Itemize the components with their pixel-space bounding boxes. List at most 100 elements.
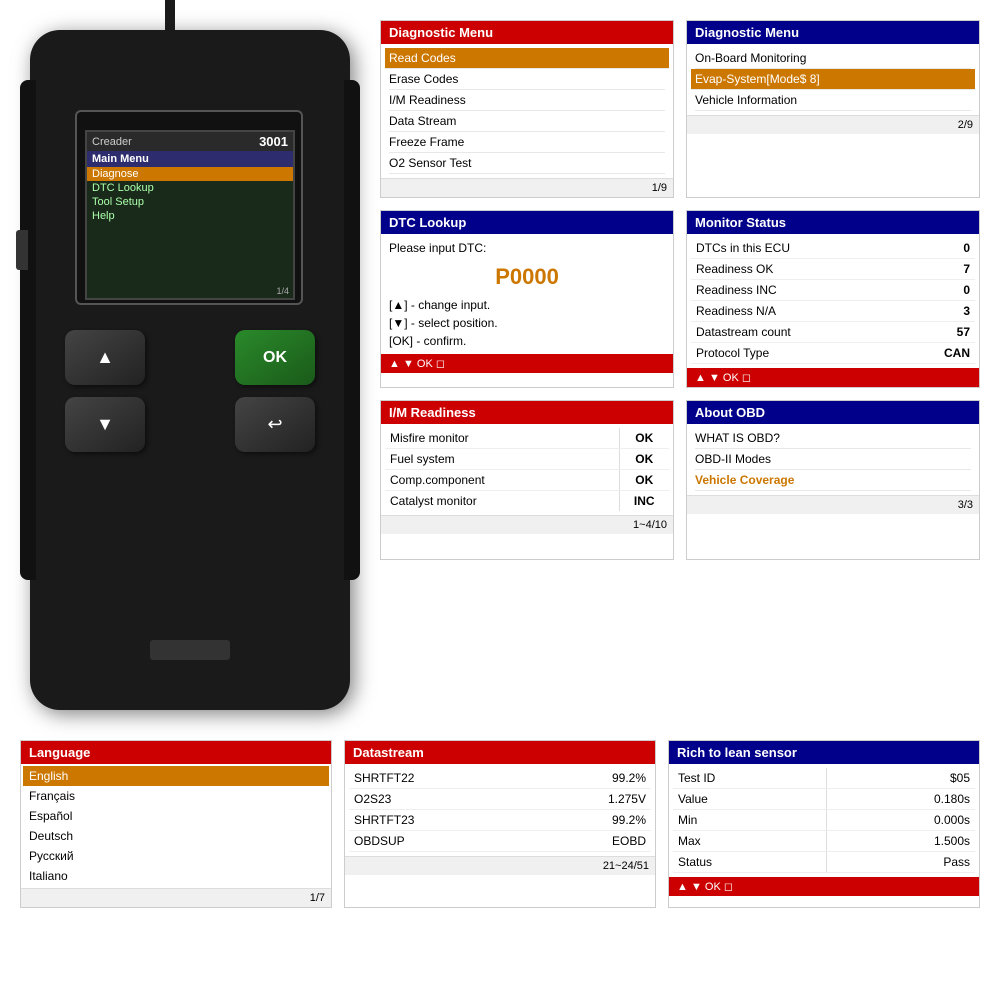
ds-value-0: 99.2% <box>529 768 651 789</box>
panel-im-footer: 1~4/10 <box>381 515 673 534</box>
panel-monitor-status: Monitor Status DTCs in this ECU 0 Readin… <box>686 210 980 388</box>
monitor-row-2: Readiness INC 0 <box>691 280 975 301</box>
ds-label-2: SHRTFT23 <box>349 810 529 831</box>
panel-monitor-content: DTCs in this ECU 0 Readiness OK 7 Readin… <box>687 234 979 368</box>
sensor-value-3: 1.500s <box>826 831 975 852</box>
panel-im-content: Misfire monitor OK Fuel system OK Comp.c… <box>381 424 673 515</box>
monitor-label-3: Readiness N/A <box>691 301 902 322</box>
im-row-2: Comp.component OK <box>385 470 669 491</box>
monitor-value-4: 57 <box>902 322 975 343</box>
panel-diag-menu-2-header: Diagnostic Menu <box>687 21 979 44</box>
panel-datastream-header: Datastream <box>345 741 655 764</box>
panel-language-content: English Français Español Deutsch Русский… <box>21 764 331 888</box>
im-label-2: Comp.component <box>385 470 619 491</box>
sensor-row-0: Test ID $05 <box>673 768 975 789</box>
monitor-label-0: DTCs in this ECU <box>691 238 902 259</box>
panel-im-readiness: I/M Readiness Misfire monitor OK Fuel sy… <box>380 400 674 560</box>
sensor-value-4: Pass <box>826 852 975 873</box>
lang-item-0[interactable]: English <box>23 766 329 786</box>
sensor-row-2: Min 0.000s <box>673 810 975 831</box>
ds-row-3: OBDSUP EOBD <box>349 831 651 852</box>
dtc-instruction-0: [▲] - change input. <box>389 296 665 314</box>
im-label-0: Misfire monitor <box>385 428 619 449</box>
screen-menu-item-help[interactable]: Help <box>87 209 293 223</box>
im-label-3: Catalyst monitor <box>385 491 619 512</box>
im-row-3: Catalyst monitor INC <box>385 491 669 512</box>
lang-item-4[interactable]: Русский <box>23 846 329 866</box>
lang-item-5[interactable]: Italiano <box>23 866 329 886</box>
panel-diag-menu-1-content: Read Codes Erase Codes I/M Readiness Dat… <box>381 44 673 178</box>
screen-menu-item-diagnose[interactable]: Diagnose <box>87 167 293 181</box>
ds-label-1: O2S23 <box>349 789 529 810</box>
obd-port <box>150 640 230 660</box>
screen-page: 1/4 <box>276 286 289 296</box>
panel-rich-lean-content: Test ID $05 Value 0.180s Min 0.000s Max … <box>669 764 979 877</box>
panel-dtc-content: Please input DTC: P0000 [▲] - change inp… <box>381 234 673 354</box>
diag-menu-1-item-5[interactable]: O2 Sensor Test <box>389 153 665 174</box>
panel-diag-menu-1-footer: 1/9 <box>381 178 673 197</box>
sensor-table: Test ID $05 Value 0.180s Min 0.000s Max … <box>673 768 975 873</box>
monitor-label-5: Protocol Type <box>691 343 902 364</box>
panel-datastream-content: SHRTFT22 99.2% O2S23 1.275V SHRTFT23 99.… <box>345 764 655 856</box>
diag-menu-2-item-1[interactable]: Evap-System[Mode$ 8] <box>691 69 975 90</box>
back-button[interactable]: ↩ <box>235 397 315 452</box>
ds-row-2: SHRTFT23 99.2% <box>349 810 651 831</box>
lang-item-2[interactable]: Español <box>23 806 329 826</box>
monitor-value-0: 0 <box>902 238 975 259</box>
panel-diag-menu-1: Diagnostic Menu Read Codes Erase Codes I… <box>380 20 674 198</box>
panel-language-header: Language <box>21 741 331 764</box>
down-button[interactable]: ▼ <box>65 397 145 452</box>
im-value-1: OK <box>619 449 669 470</box>
dtc-prompt: Please input DTC: <box>389 238 665 258</box>
ds-value-2: 99.2% <box>529 810 651 831</box>
diag-menu-1-item-1[interactable]: Erase Codes <box>389 69 665 90</box>
monitor-row-4: Datastream count 57 <box>691 322 975 343</box>
about-item-2[interactable]: Vehicle Coverage <box>695 470 971 491</box>
panel-rich-lean: Rich to lean sensor Test ID $05 Value 0.… <box>668 740 980 908</box>
device: Creader 3001 Main Menu Diagnose DTC Look… <box>30 30 370 730</box>
sensor-label-4: Status <box>673 852 826 873</box>
panel-monitor-footer: ▲ ▼ OK ◻ <box>687 368 979 387</box>
monitor-row-1: Readiness OK 7 <box>691 259 975 280</box>
dtc-nav: ▲ ▼ OK ◻ <box>389 357 445 370</box>
panel-monitor-header: Monitor Status <box>687 211 979 234</box>
up-button[interactable]: ▲ <box>65 330 145 385</box>
dtc-code[interactable]: P0000 <box>389 258 665 296</box>
screen-menu-item-dtc[interactable]: DTC Lookup <box>87 181 293 195</box>
about-item-1[interactable]: OBD-II Modes <box>695 449 971 470</box>
diag-menu-1-item-4[interactable]: Freeze Frame <box>389 132 665 153</box>
diag-menu-1-item-2[interactable]: I/M Readiness <box>389 90 665 111</box>
ds-row-0: SHRTFT22 99.2% <box>349 768 651 789</box>
sensor-row-3: Max 1.500s <box>673 831 975 852</box>
panel-about-obd: About OBD WHAT IS OBD? OBD-II Modes Vehi… <box>686 400 980 560</box>
screen-menu-item-toolsetup[interactable]: Tool Setup <box>87 195 293 209</box>
monitor-nav: ▲ ▼ OK ◻ <box>695 371 751 384</box>
monitor-row-5: Protocol Type CAN <box>691 343 975 364</box>
lang-item-3[interactable]: Deutsch <box>23 826 329 846</box>
diag-menu-2-item-2[interactable]: Vehicle Information <box>695 90 971 111</box>
lang-item-1[interactable]: Français <box>23 786 329 806</box>
sensor-label-3: Max <box>673 831 826 852</box>
ds-label-3: OBDSUP <box>349 831 529 852</box>
ds-label-0: SHRTFT22 <box>349 768 529 789</box>
sensor-value-2: 0.000s <box>826 810 975 831</box>
diag-menu-2-item-0[interactable]: On-Board Monitoring <box>695 48 971 69</box>
monitor-label-4: Datastream count <box>691 322 902 343</box>
diag-menu-1-item-0[interactable]: Read Codes <box>385 48 669 69</box>
device-body: Creader 3001 Main Menu Diagnose DTC Look… <box>30 30 350 710</box>
panel-im-header: I/M Readiness <box>381 401 673 424</box>
sensor-label-2: Min <box>673 810 826 831</box>
im-value-3: INC <box>619 491 669 512</box>
monitor-value-3: 3 <box>902 301 975 322</box>
sensor-label-1: Value <box>673 789 826 810</box>
diag-menu-1-item-3[interactable]: Data Stream <box>389 111 665 132</box>
panel-about-content: WHAT IS OBD? OBD-II Modes Vehicle Covera… <box>687 424 979 495</box>
panel-diag-menu-2-content: On-Board Monitoring Evap-System[Mode$ 8]… <box>687 44 979 115</box>
about-item-0[interactable]: WHAT IS OBD? <box>695 428 971 449</box>
monitor-row-0: DTCs in this ECU 0 <box>691 238 975 259</box>
panel-dtc-lookup: DTC Lookup Please input DTC: P0000 [▲] -… <box>380 210 674 388</box>
sensor-value-1: 0.180s <box>826 789 975 810</box>
ok-button[interactable]: OK <box>235 330 315 385</box>
panel-diag-menu-2: Diagnostic Menu On-Board Monitoring Evap… <box>686 20 980 198</box>
panel-language: Language English Français Español Deutsc… <box>20 740 332 908</box>
